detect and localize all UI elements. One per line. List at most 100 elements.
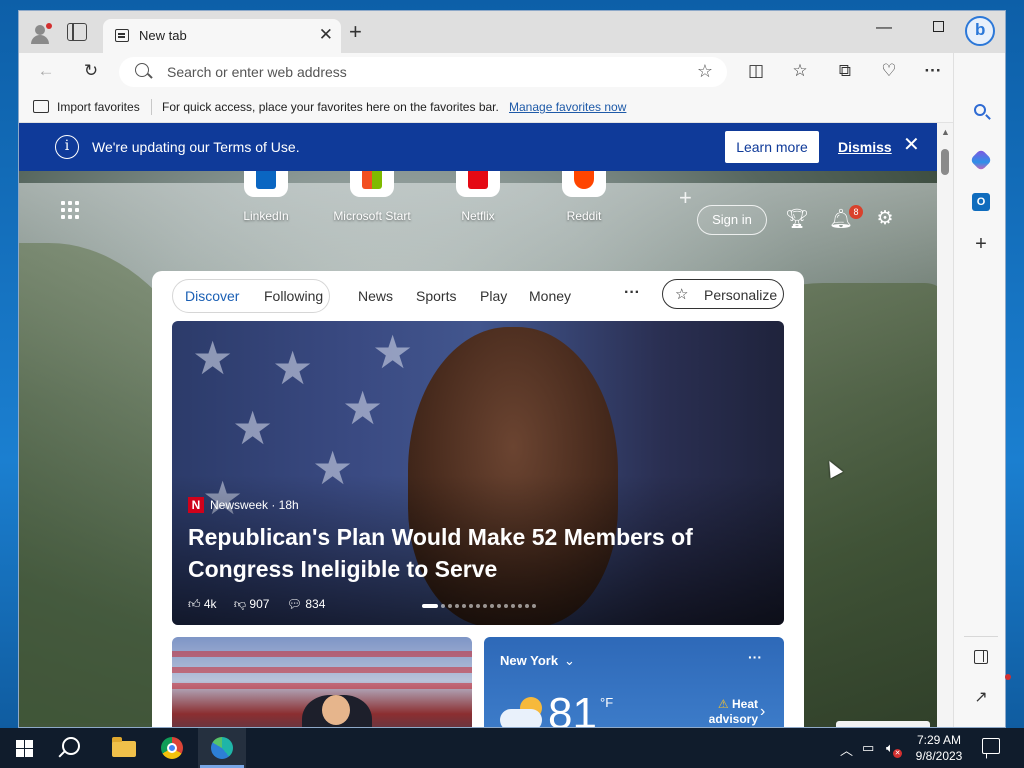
weather-card[interactable]: New York ⌄ ··· 81 °F ⚠ Heat advisory › bbox=[484, 637, 784, 728]
back-button[interactable]: ← bbox=[35, 61, 57, 81]
favorites-tip: For quick access, place your favorites h… bbox=[162, 100, 499, 114]
page-settings-gear-icon[interactable]: ⚙ bbox=[873, 207, 897, 230]
new-tab-favicon-icon bbox=[115, 29, 129, 42]
banner-text: We're updating our Terms of Use. bbox=[92, 139, 300, 155]
heat-advisory-alert[interactable]: ⚠ Heat advisory bbox=[706, 697, 758, 727]
bing-copilot-button[interactable] bbox=[965, 16, 995, 46]
hero-article[interactable]: ★ ★ ★ ★ ★ ★ ★ NNewsweek · 18h Republican… bbox=[172, 321, 784, 625]
terms-banner: i We're updating our Terms of Use. Learn… bbox=[19, 123, 937, 171]
tab-actions-icon[interactable] bbox=[67, 23, 87, 41]
clock-date: 9/8/2023 bbox=[915, 749, 963, 763]
hide-sidebar-icon[interactable] bbox=[970, 647, 992, 669]
comment-button[interactable]: 💬︎ 834 bbox=[287, 597, 326, 611]
quick-link-label: LinkedIn bbox=[243, 209, 289, 223]
close-banner-icon[interactable]: ✕ bbox=[903, 135, 920, 155]
network-icon[interactable]: ▭ bbox=[862, 740, 874, 756]
sidebar-add-icon[interactable]: + bbox=[970, 233, 992, 255]
sidebar-search-icon[interactable] bbox=[970, 101, 992, 123]
refresh-button[interactable]: ↻ bbox=[80, 61, 102, 81]
new-tab-button[interactable]: + bbox=[349, 21, 362, 43]
article-headline[interactable]: Republican's Plan Would Make 52 Members … bbox=[188, 521, 748, 585]
personalize-label: Personalize bbox=[704, 287, 778, 303]
tab-sports[interactable]: Sports bbox=[416, 288, 456, 304]
secondary-article-card[interactable] bbox=[172, 637, 472, 727]
sign-in-button[interactable]: Sign in bbox=[697, 205, 767, 235]
quick-link-reddit[interactable]: Reddit bbox=[534, 171, 634, 223]
favorites-bar: Import favorites For quick access, place… bbox=[19, 91, 953, 123]
minimize-button[interactable]: — bbox=[861, 19, 907, 37]
like-count: 4k bbox=[203, 597, 217, 611]
chevron-right-icon[interactable]: › bbox=[760, 703, 765, 721]
info-icon: i bbox=[55, 135, 79, 159]
feedback-button[interactable] bbox=[836, 721, 930, 727]
quick-link-netflix[interactable]: Netflix bbox=[428, 171, 528, 223]
dislike-count: 907 bbox=[249, 597, 270, 611]
quick-link-microsoft-start[interactable]: Microsoft Start bbox=[322, 171, 422, 223]
source-name: Newsweek · 18h bbox=[210, 498, 299, 512]
tab-play[interactable]: Play bbox=[480, 288, 507, 304]
browser-window: New tab ✕ + — ✕ ← ↻ ☆ ◫ ☆ ⧉ ♡ ··· Import… bbox=[18, 10, 1006, 728]
favorites-button[interactable]: ☆ bbox=[789, 61, 811, 81]
open-external-icon[interactable]: ↗ bbox=[970, 687, 992, 709]
weather-unit[interactable]: °F bbox=[600, 695, 613, 710]
sidebar-outlook-icon[interactable]: O bbox=[970, 191, 992, 213]
tab-news[interactable]: News bbox=[358, 288, 393, 304]
page-scrollbar[interactable]: ▲ bbox=[937, 123, 953, 727]
personalize-button[interactable]: ☆ Personalize bbox=[662, 279, 784, 309]
sidebar-copilot-icon[interactable] bbox=[969, 148, 993, 172]
learn-more-button[interactable]: Learn more bbox=[725, 131, 819, 163]
dislike-button[interactable]: 👎︎ 907 bbox=[234, 597, 270, 611]
system-clock[interactable]: 7:29 AM 9/8/2023 bbox=[908, 732, 970, 764]
favorite-star-icon[interactable]: ☆ bbox=[697, 61, 713, 82]
close-tab-icon[interactable]: ✕ bbox=[319, 25, 333, 45]
personalize-star-icon: ☆ bbox=[675, 286, 689, 303]
manage-favorites-link[interactable]: Manage favorites now bbox=[509, 100, 626, 114]
partly-cloudy-icon bbox=[500, 695, 546, 727]
new-tab-page: i We're updating our Terms of Use. Learn… bbox=[19, 123, 937, 728]
news-feed-card: Discover Following News Sports Play Mone… bbox=[152, 271, 804, 728]
article-photo-face bbox=[322, 695, 350, 725]
scroll-up-arrow[interactable]: ▲ bbox=[941, 127, 950, 137]
comment-count: 834 bbox=[305, 597, 326, 611]
scrollbar-thumb[interactable] bbox=[941, 149, 949, 175]
tab-discover[interactable]: Discover bbox=[185, 288, 239, 304]
weather-more-button[interactable]: ··· bbox=[748, 649, 762, 665]
add-quick-link-icon[interactable]: + bbox=[679, 185, 692, 211]
tab-strip: New tab ✕ + — ✕ bbox=[19, 11, 1005, 53]
tab-following[interactable]: Following bbox=[264, 288, 323, 304]
settings-more-button[interactable]: ··· bbox=[922, 61, 944, 81]
weather-temperature: 81 bbox=[548, 689, 597, 728]
more-tabs-button[interactable]: ··· bbox=[624, 284, 640, 302]
dismiss-link[interactable]: Dismiss bbox=[838, 139, 892, 155]
address-bar[interactable]: ☆ bbox=[119, 57, 727, 87]
quick-link-linkedin[interactable]: LinkedIn bbox=[216, 171, 316, 223]
import-icon[interactable] bbox=[33, 100, 49, 113]
weather-city: New York bbox=[500, 653, 559, 668]
edge-icon[interactable] bbox=[208, 734, 236, 762]
import-favorites-link[interactable]: Import favorites bbox=[57, 100, 140, 114]
carousel-indicator[interactable] bbox=[422, 604, 539, 608]
like-button[interactable]: 👍︎ 4k bbox=[188, 597, 217, 611]
edge-sidebar: O + ↗ bbox=[953, 53, 1005, 727]
microsoft-start-icon bbox=[362, 171, 382, 189]
search-icon bbox=[135, 63, 149, 77]
tab-new-tab[interactable]: New tab ✕ bbox=[103, 19, 341, 53]
quick-link-label: Reddit bbox=[566, 209, 602, 223]
maximize-button[interactable] bbox=[915, 19, 961, 37]
address-input[interactable] bbox=[167, 62, 667, 82]
taskbar-search-icon[interactable] bbox=[62, 737, 80, 755]
start-windows-icon[interactable] bbox=[16, 740, 33, 757]
profile-icon[interactable] bbox=[27, 21, 55, 45]
performance-button[interactable]: ♡ bbox=[878, 61, 900, 81]
show-hidden-icons-chevron-icon[interactable]: ︿ bbox=[840, 740, 853, 759]
split-screen-button[interactable]: ◫ bbox=[745, 61, 767, 81]
tab-money[interactable]: Money bbox=[529, 288, 571, 304]
apps-grid-icon[interactable] bbox=[61, 201, 81, 221]
article-reactions: 👍︎ 4k 👎︎ 907 💬︎ 834 bbox=[188, 597, 339, 612]
weather-location[interactable]: New York ⌄ bbox=[500, 653, 575, 669]
chrome-icon[interactable] bbox=[158, 734, 186, 762]
collections-button[interactable]: ⧉ bbox=[834, 61, 856, 81]
rewards-trophy-icon[interactable]: 🏆︎ bbox=[785, 207, 809, 231]
file-explorer-icon[interactable] bbox=[110, 734, 138, 762]
action-center-icon[interactable] bbox=[982, 738, 1000, 754]
